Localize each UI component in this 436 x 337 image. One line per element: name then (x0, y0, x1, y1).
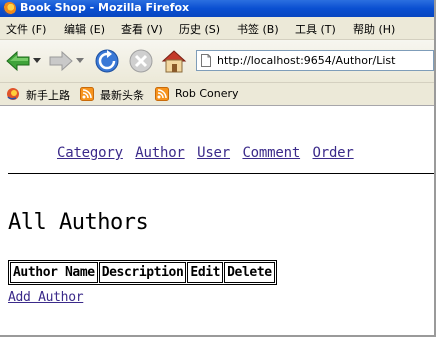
window-title: Book Shop - Mozilla Firefox (20, 1, 190, 14)
page-title: All Authors (8, 210, 149, 235)
title-bar[interactable]: Book Shop - Mozilla Firefox (0, 0, 434, 17)
bookmark-label: 新手上路 (26, 89, 70, 102)
bookmark-label: Rob Conery (175, 87, 239, 100)
menu-tools[interactable]: 工具 (T) (295, 21, 336, 37)
rss-feed-icon (155, 87, 169, 101)
menu-view[interactable]: 查看 (V) (121, 21, 163, 37)
nav-link-category[interactable]: Category (57, 145, 123, 161)
forward-history-dropdown-icon[interactable] (76, 58, 84, 64)
rss-feed-icon (80, 87, 94, 101)
column-header-delete: Delete (224, 262, 275, 283)
nav-link-author[interactable]: Author (135, 145, 185, 161)
authors-table: Author Name Description Edit Delete (8, 260, 277, 285)
back-history-dropdown-icon[interactable] (33, 58, 41, 64)
menu-history[interactable]: 历史 (S) (179, 21, 220, 37)
menu-edit[interactable]: 编辑 (E) (64, 21, 105, 37)
page-icon (201, 54, 211, 67)
nav-link-user[interactable]: User (197, 145, 230, 161)
url-input[interactable] (217, 51, 432, 70)
bookmark-latest-headlines[interactable]: 最新头条 (80, 86, 150, 102)
reload-icon[interactable] (94, 48, 120, 74)
firefox-icon (3, 2, 16, 15)
column-header-edit: Edit (187, 262, 224, 283)
site-nav: Category Author User Comment Order (57, 145, 358, 161)
bookmarks-toolbar: 新手上路 最新头条 Rob Conery (0, 83, 434, 106)
table-header-row: Author Name Description Edit Delete (10, 262, 275, 283)
bookmark-getting-started[interactable]: 新手上路 (6, 86, 76, 102)
menu-bookmarks[interactable]: 书签 (B) (237, 21, 279, 37)
browser-window: Book Shop - Mozilla Firefox 文件 (F) 编辑 (E… (0, 0, 436, 337)
nav-link-comment[interactable]: Comment (242, 145, 300, 161)
navigation-toolbar (0, 40, 434, 83)
bookmark-rob-conery[interactable]: Rob Conery (155, 86, 245, 102)
column-header-description: Description (98, 262, 187, 283)
home-icon[interactable] (160, 47, 188, 75)
menu-help[interactable]: 帮助 (H) (353, 21, 395, 37)
forward-arrow-icon[interactable] (48, 49, 74, 73)
address-bar[interactable] (196, 50, 434, 71)
page-content: Category Author User Comment Order All A… (0, 106, 434, 335)
add-author-link[interactable]: Add Author (8, 290, 84, 305)
back-arrow-icon[interactable] (5, 49, 31, 73)
menu-file[interactable]: 文件 (F) (6, 21, 46, 37)
nav-divider (8, 173, 434, 174)
column-header-author-name: Author Name (10, 262, 98, 283)
firefox-bookmark-icon (7, 88, 19, 100)
nav-link-order[interactable]: Order (313, 145, 354, 161)
bookmark-label: 最新头条 (100, 89, 144, 102)
menu-bar: 文件 (F) 编辑 (E) 查看 (V) 历史 (S) 书签 (B) 工具 (T… (0, 17, 434, 40)
stop-icon[interactable] (128, 48, 154, 74)
